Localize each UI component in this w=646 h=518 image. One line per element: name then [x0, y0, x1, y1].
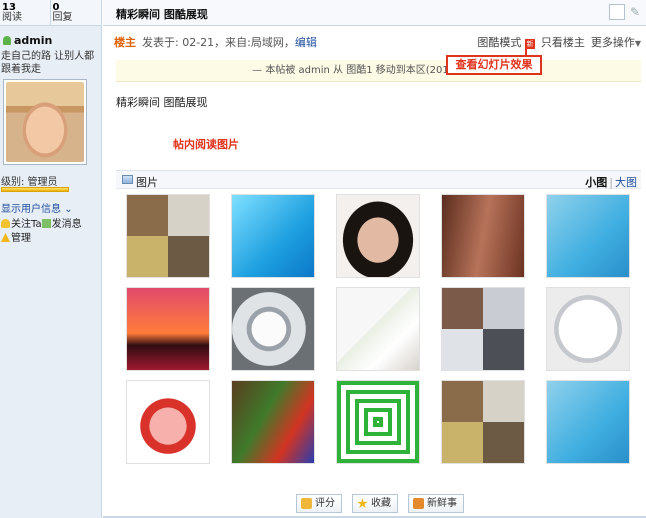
caret-down-icon: ▼ — [634, 39, 641, 48]
titlebar-tools: ✎ — [609, 4, 642, 20]
message-icon — [41, 219, 51, 228]
manage-link[interactable]: 管理 — [1, 232, 82, 246]
thumb-15[interactable] — [546, 380, 630, 464]
slide-mode-label: 图酷模式 — [477, 36, 522, 49]
stat-replies: 0 回复 — [51, 0, 102, 25]
user-actions: 关注Ta 发消息 管理 — [1, 218, 82, 246]
thumb-14[interactable] — [441, 380, 525, 464]
thumb-4[interactable] — [441, 194, 525, 278]
post-main: 精彩瞬间 图酷展现 ✎ 楼主 发表于: 02-21，来自:局域网，编辑 图酷模式 … — [103, 0, 646, 518]
author-tag: 楼主 — [114, 36, 136, 49]
thumb-5[interactable] — [546, 194, 630, 278]
avatar[interactable] — [3, 79, 87, 165]
picture-icon — [122, 175, 133, 184]
news-button[interactable]: 新鲜事 — [408, 494, 464, 513]
thumb-1[interactable] — [126, 194, 210, 278]
thumb-7[interactable] — [231, 287, 315, 371]
show-user-info-link[interactable]: 显示用户信息 ⌄ — [1, 200, 73, 215]
thumb-11[interactable] — [126, 380, 210, 464]
message-link[interactable]: 发消息 — [41, 219, 82, 230]
move-notice: — 本帖被 admin 从 图酷1 移动到本区(2016-02-21) — — [116, 60, 641, 82]
thumbnail-grid — [126, 194, 636, 470]
show-user-info-label: 显示用户信息 — [1, 204, 61, 215]
post-stats: 13 阅读 0 回复 — [0, 0, 101, 26]
thread-title: 精彩瞬间 图酷展现 — [116, 8, 208, 21]
only-author-link[interactable]: 只看楼主 — [541, 34, 585, 50]
username-link[interactable]: admin — [3, 34, 52, 47]
level-bar — [1, 187, 69, 192]
online-user-icon — [3, 36, 11, 45]
thumbs-up-icon — [301, 498, 312, 509]
rate-button[interactable]: 评分 — [296, 494, 342, 513]
slideshow-callout: 查看幻灯片效果 — [446, 55, 542, 75]
follow-label: 关注Ta — [11, 219, 42, 230]
user-signature: 走自己的路 让别人都跟着我走 — [1, 51, 95, 75]
more-ops-menu[interactable]: 更多操作▼ — [591, 34, 641, 50]
callout-pointer — [525, 40, 527, 56]
thumb-13[interactable] — [336, 380, 420, 464]
replies-label: 回复 — [52, 12, 73, 23]
pen-icon[interactable]: ✎ — [628, 4, 642, 20]
message-label: 发消息 — [51, 219, 82, 230]
warning-icon — [1, 233, 10, 242]
favorite-button[interactable]: 收藏 — [352, 494, 398, 513]
thumb-size-toggle: 小图 | 大图 — [585, 174, 637, 190]
thumb-2[interactable] — [231, 194, 315, 278]
album-header: 图片 小图 | 大图 — [116, 170, 641, 189]
thread-titlebar: 精彩瞬间 图酷展现 ✎ — [103, 0, 646, 26]
views-label: 阅读 — [2, 12, 22, 23]
user-level: 级别: 管理员 — [1, 177, 58, 188]
thumb-3[interactable] — [336, 194, 420, 278]
star-icon — [357, 498, 368, 509]
follow-link[interactable]: 关注Ta — [1, 219, 42, 230]
user-sidebar: 13 阅读 0 回复 admin 走自己的路 让别人都跟着我走 级别: 管理员 … — [0, 0, 102, 518]
inline-reading-hint: 帖内阅读图片 — [173, 138, 239, 151]
thumb-10[interactable] — [546, 287, 630, 371]
post-ops: 图酷模式 新 只看楼主 更多操作▼ — [477, 34, 641, 50]
thumb-6[interactable] — [126, 287, 210, 371]
size-separator: | — [609, 176, 613, 189]
rate-label: 评分 — [315, 498, 335, 509]
more-ops-label: 更多操作 — [590, 36, 635, 49]
chevron-down-icon: ⌄ — [64, 204, 73, 215]
thumb-9[interactable] — [441, 287, 525, 371]
stat-views: 13 阅读 — [0, 0, 51, 25]
post-content: 精彩瞬间 图酷展现 — [116, 96, 208, 109]
post-info-bar: 楼主 发表于: 02-21，来自:局域网，编辑 图酷模式 新 只看楼主 更多操作▼ — [114, 34, 641, 50]
thumb-12[interactable] — [231, 380, 315, 464]
news-icon — [413, 498, 424, 509]
edit-link[interactable]: 编辑 — [295, 36, 317, 49]
small-size-link[interactable]: 小图 — [585, 176, 607, 189]
favorite-label: 收藏 — [371, 498, 391, 509]
select-checkbox[interactable] — [609, 4, 625, 20]
thumb-8[interactable] — [336, 287, 420, 371]
large-size-link[interactable]: 大图 — [615, 176, 637, 189]
album-label: 图片 — [136, 176, 158, 189]
post-action-buttons: 评分 收藏 新鲜事 — [296, 494, 464, 513]
news-label: 新鲜事 — [427, 498, 457, 509]
manage-label: 管理 — [11, 233, 31, 244]
post-meta: 发表于: 02-21，来自:局域网， — [142, 36, 295, 49]
username: admin — [14, 34, 53, 47]
avatar-image — [6, 82, 84, 162]
lightbulb-icon — [1, 219, 10, 228]
